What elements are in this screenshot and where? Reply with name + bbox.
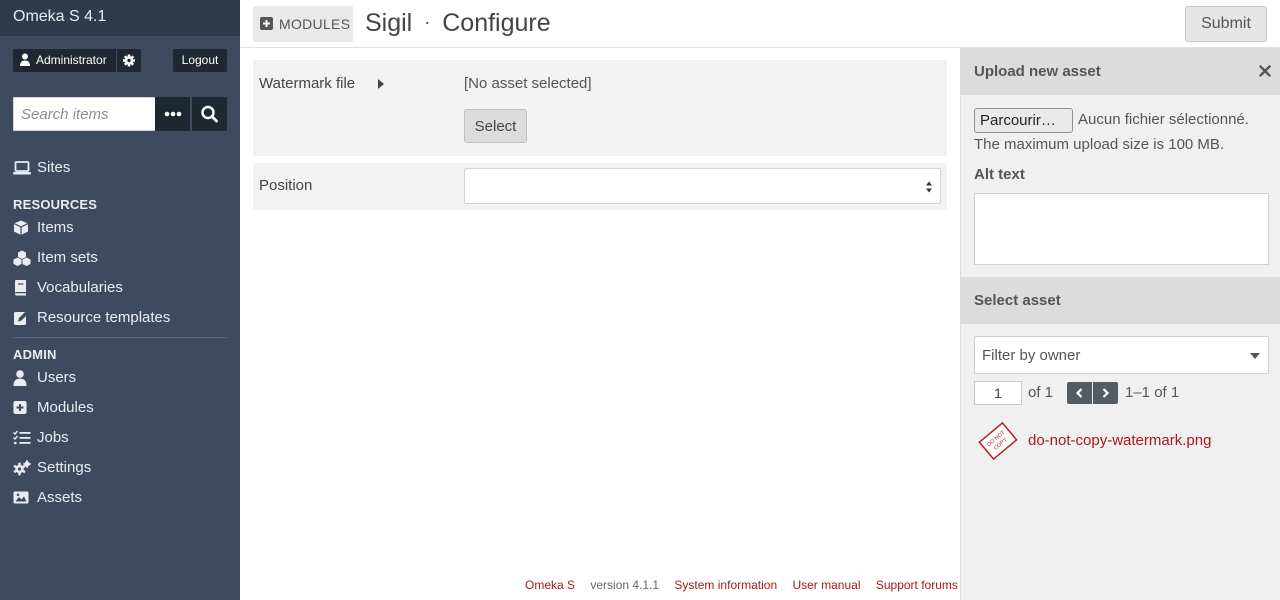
- omeka-link[interactable]: Omeka S: [525, 578, 575, 592]
- owner-filter-label: Filter by owner: [982, 347, 1081, 364]
- nav-label: Users: [37, 369, 77, 386]
- next-page-button[interactable]: [1093, 382, 1118, 404]
- search-button[interactable]: [192, 97, 227, 131]
- nav-divider: [13, 337, 227, 338]
- nav-label: Item sets: [37, 249, 98, 266]
- select-asset-button[interactable]: Select: [464, 109, 527, 143]
- breadcrumb-label: MODULES: [279, 16, 351, 32]
- search-icon: [201, 105, 218, 123]
- advanced-search-button[interactable]: [155, 97, 191, 131]
- nav-label: Modules: [37, 399, 94, 416]
- left-sidebar: Omeka S 4.1 Administrator Logout Search …: [0, 0, 240, 600]
- page-count: of 1: [1028, 384, 1054, 401]
- logout-button[interactable]: Logout: [173, 49, 227, 72]
- no-file-text: Aucun fichier sélectionné.: [1078, 111, 1249, 128]
- edit-icon: [14, 312, 28, 325]
- ellipsis-icon: [164, 111, 182, 117]
- owner-filter-select[interactable]: Filter by owner: [974, 336, 1269, 374]
- nav-label: Assets: [37, 489, 83, 506]
- plus-square-icon: [13, 401, 27, 414]
- close-icon[interactable]: [1259, 65, 1271, 77]
- nav-label: Settings: [37, 459, 92, 476]
- plus-square-icon: [260, 17, 273, 30]
- tasks-icon: [13, 430, 31, 445]
- position-select[interactable]: [464, 168, 941, 204]
- upload-heading: Upload new asset: [974, 63, 1101, 80]
- select-asset-header: Select asset: [961, 277, 1280, 324]
- nav-label: Sites: [37, 159, 71, 176]
- asset-name-link[interactable]: do-not-copy-watermark.png: [1028, 432, 1211, 449]
- cogs-icon: [13, 460, 31, 476]
- asset-thumbnail[interactable]: DO NOT COPY: [974, 417, 1022, 465]
- page-header: MODULES Sigil · Configure Submit: [240, 0, 1280, 48]
- position-label: Position: [259, 177, 313, 194]
- page-subtitle: Configure: [442, 9, 551, 37]
- page-footer: Omeka S version 4.1.1 System information…: [525, 578, 958, 592]
- max-upload-size: The maximum upload size is 100 MB.: [974, 136, 1225, 153]
- user-manual-link[interactable]: User manual: [792, 578, 860, 592]
- chevron-left-icon: [1075, 388, 1083, 398]
- app-title[interactable]: Omeka S 4.1: [13, 8, 106, 26]
- cube-icon: [13, 220, 29, 235]
- title-separator: ·: [424, 12, 431, 32]
- admin-heading: ADMIN: [13, 347, 57, 362]
- results-range: 1–1 of 1: [1125, 384, 1180, 401]
- gear-icon: [123, 54, 135, 67]
- page-number-input[interactable]: [974, 381, 1022, 405]
- modules-breadcrumb[interactable]: MODULES: [253, 6, 353, 42]
- nav-label: Jobs: [37, 429, 69, 446]
- caret-right-icon[interactable]: [377, 78, 385, 90]
- selected-asset-text: [No asset selected]: [464, 75, 592, 92]
- chevron-down-icon: [1250, 353, 1260, 359]
- user-settings-button[interactable]: [117, 49, 141, 72]
- nav-label: Resource templates: [37, 309, 171, 326]
- support-forums-link[interactable]: Support forums: [876, 578, 958, 592]
- upload-header: Upload new asset: [961, 48, 1280, 95]
- alt-text-label: Alt text: [974, 166, 1025, 183]
- user-name: Administrator: [36, 53, 107, 67]
- book-icon: [15, 280, 26, 296]
- laptop-icon: [13, 161, 31, 175]
- resources-heading: RESOURCES: [13, 197, 98, 212]
- image-icon: [13, 491, 29, 504]
- cubes-icon: [13, 250, 31, 266]
- system-info-link[interactable]: System information: [674, 578, 777, 592]
- alt-text-input[interactable]: [974, 193, 1269, 265]
- version-text: version 4.1.1: [590, 578, 660, 592]
- user-button[interactable]: Administrator: [13, 49, 116, 72]
- select-asset-heading: Select asset: [974, 292, 1061, 309]
- chevron-right-icon: [1102, 388, 1110, 398]
- module-name: Sigil: [365, 9, 413, 37]
- brand-bar: Omeka S 4.1: [0, 0, 240, 36]
- search-input[interactable]: [13, 97, 155, 131]
- nav-label: Items: [37, 219, 74, 236]
- select-arrows-icon: [926, 181, 932, 193]
- user-icon: [20, 53, 30, 66]
- asset-sidebar: Upload new asset Parcourir… Aucun fichie…: [960, 48, 1280, 600]
- watermark-label: Watermark file: [259, 75, 356, 92]
- watermark-field: Watermark file: [253, 60, 947, 156]
- user-icon: [13, 370, 27, 386]
- submit-button[interactable]: Submit: [1185, 6, 1267, 42]
- page-title: Sigil · Configure: [365, 9, 551, 38]
- browse-file-button[interactable]: Parcourir…: [974, 108, 1073, 133]
- previous-page-button[interactable]: [1067, 382, 1092, 404]
- nav-label: Vocabularies: [37, 279, 123, 296]
